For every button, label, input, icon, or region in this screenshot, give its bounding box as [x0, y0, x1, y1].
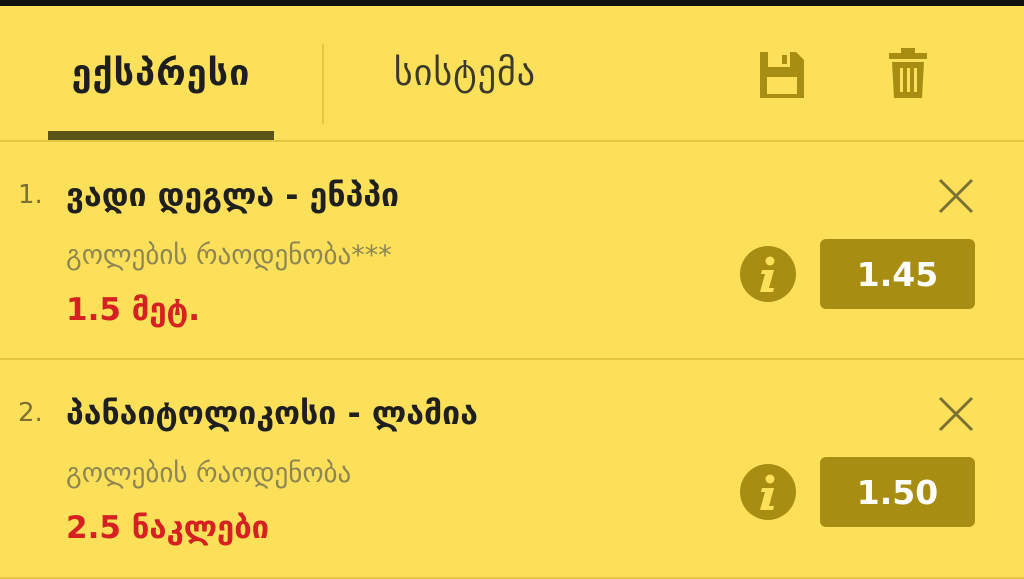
tab-express[interactable]: ექსპრესი — [48, 6, 274, 140]
info-icon[interactable] — [740, 246, 796, 302]
save-icon[interactable] — [757, 46, 807, 102]
bet-number: 1. — [18, 180, 43, 210]
tab-system[interactable]: სისტემა — [360, 6, 570, 140]
close-icon[interactable] — [936, 394, 976, 434]
market-name: გოლების რაოდენობა — [66, 458, 352, 489]
active-tab-indicator — [48, 131, 274, 140]
bet-item: 2. პანაიტოლიკოსი - ლამია გოლების რაოდენო… — [0, 360, 1024, 579]
odds-button[interactable]: 1.50 — [820, 457, 975, 527]
trash-icon[interactable] — [883, 46, 933, 102]
odds-button[interactable]: 1.45 — [820, 239, 975, 309]
match-title: ვადი დეგლა - ენპპი — [66, 176, 400, 214]
close-icon[interactable] — [936, 176, 976, 216]
bet-number: 2. — [18, 398, 43, 428]
tab-divider — [322, 44, 324, 124]
market-name: გოლების რაოდენობა*** — [66, 240, 392, 271]
bet-item: 1. ვადი დეგლა - ენპპი გოლების რაოდენობა*… — [0, 142, 1024, 360]
selection: 2.5 ნაკლები — [66, 510, 270, 546]
bet-type-tabs: ექსპრესი სისტემა — [0, 6, 1024, 142]
match-title: პანაიტოლიკოსი - ლამია — [66, 394, 478, 432]
info-icon[interactable] — [740, 464, 796, 520]
selection: 1.5 მეტ. — [66, 292, 201, 328]
